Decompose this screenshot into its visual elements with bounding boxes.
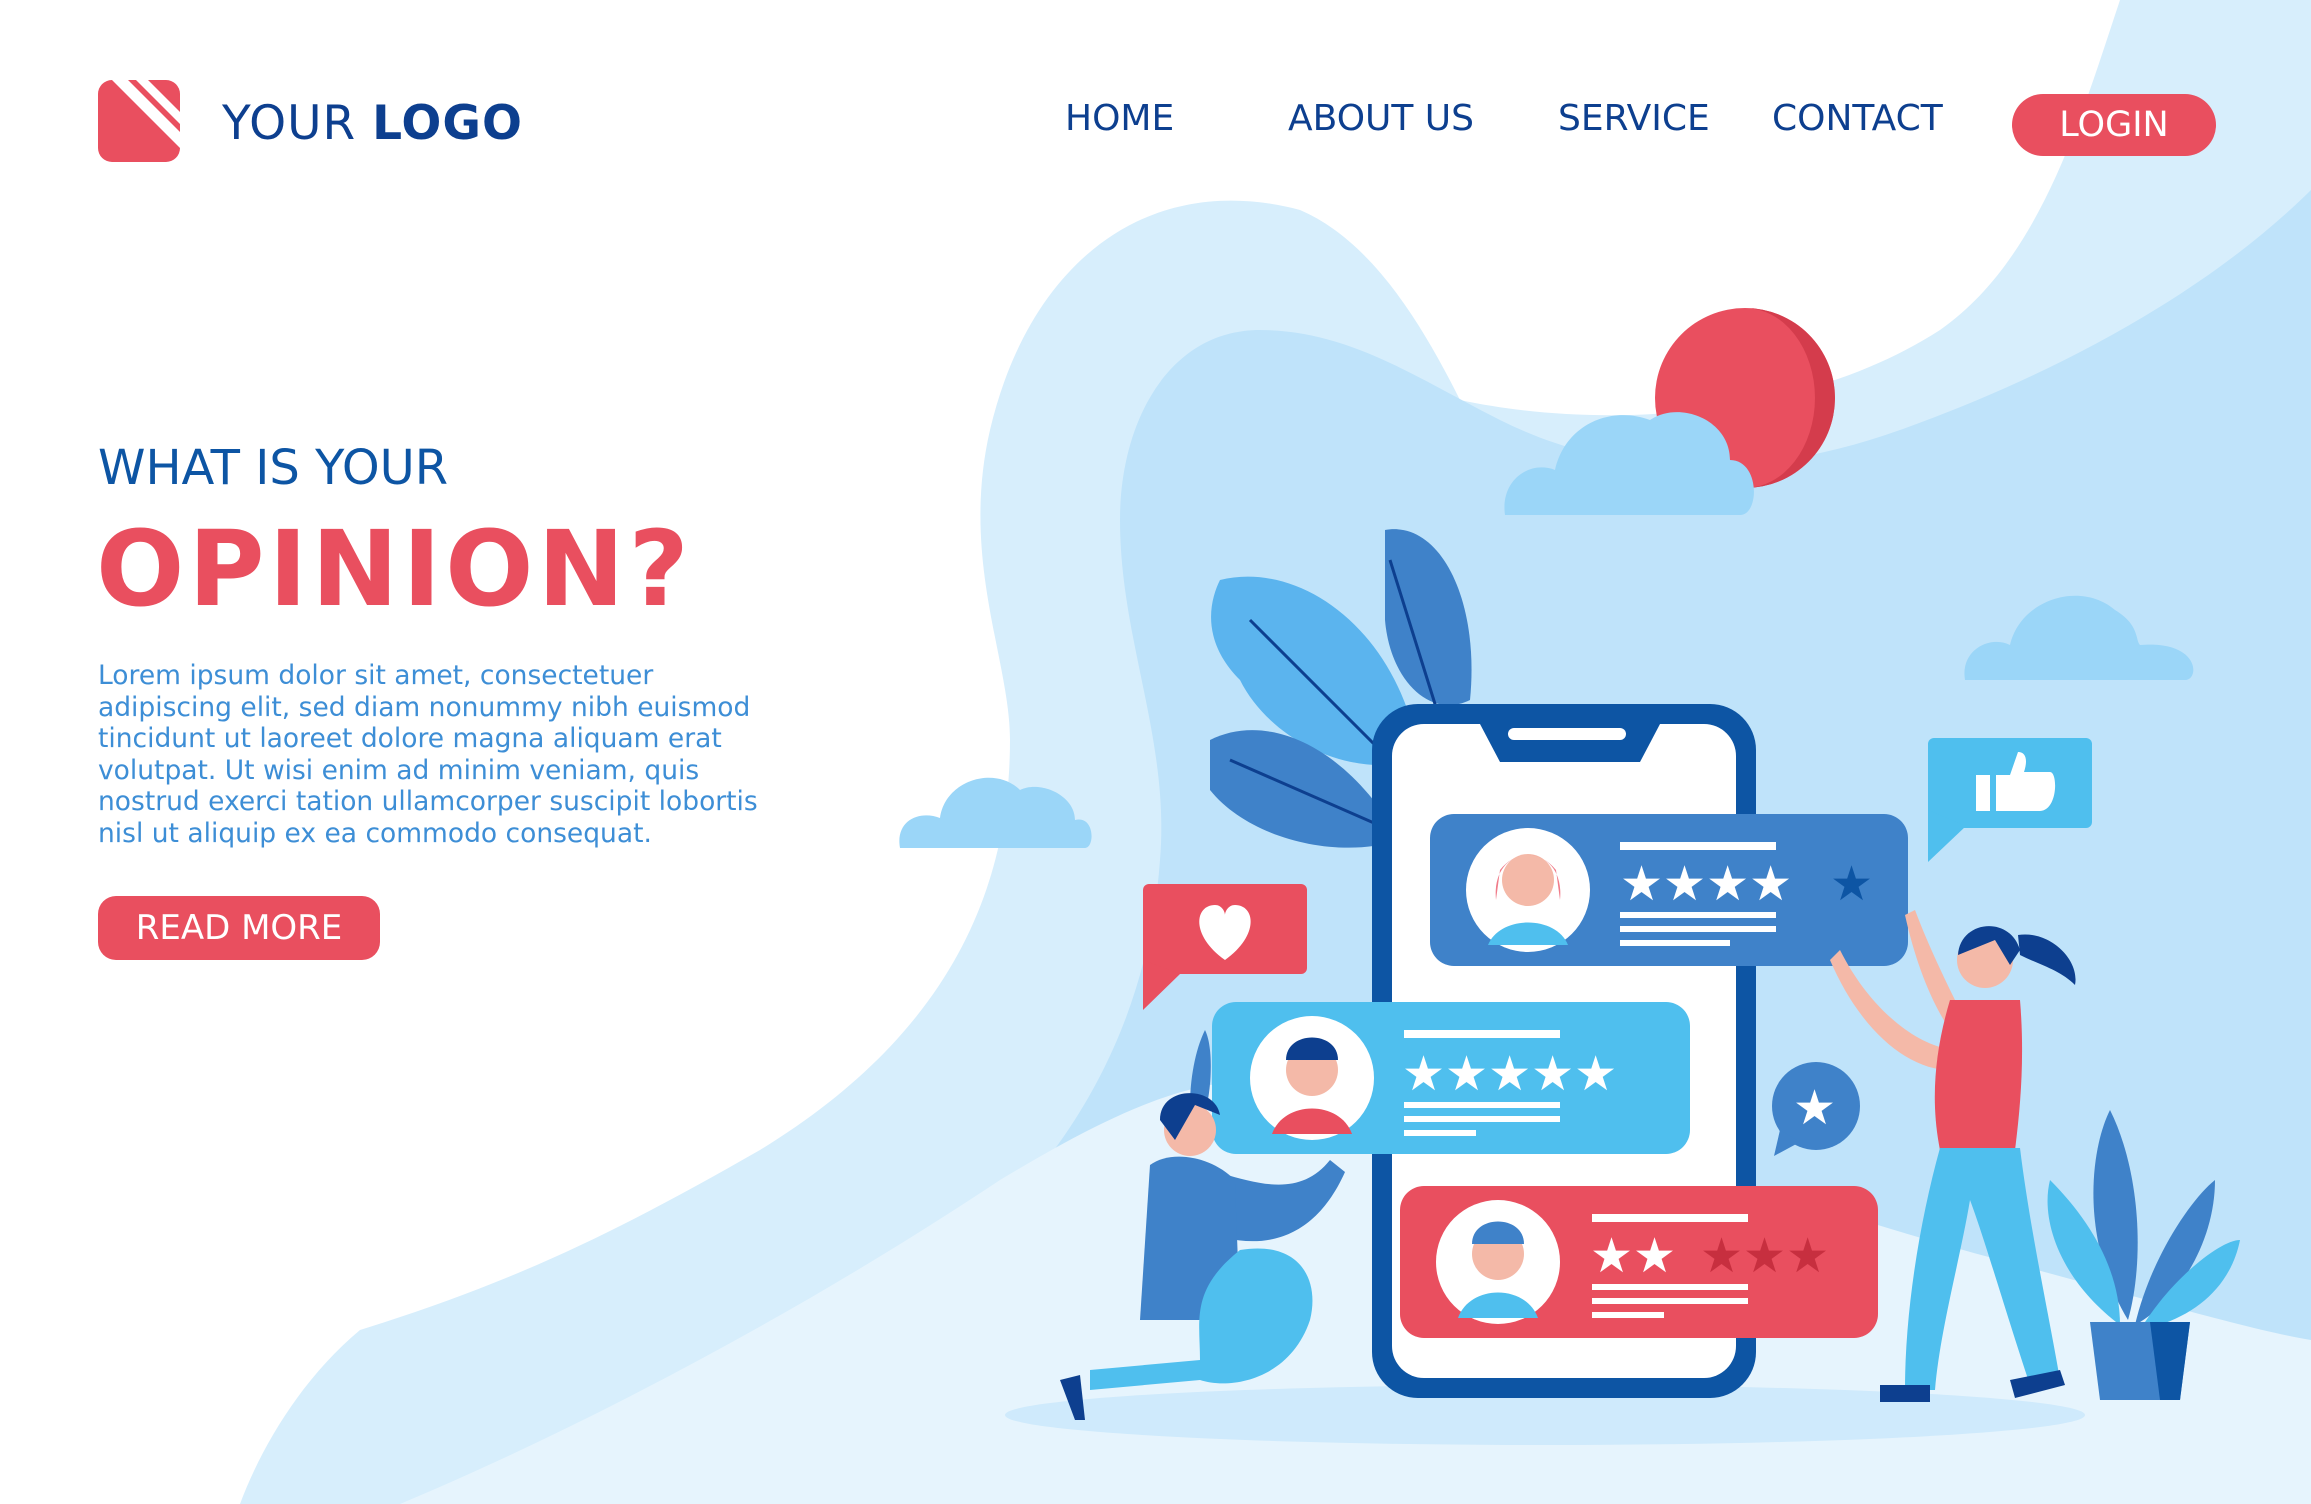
cloud-icon bbox=[1964, 595, 2194, 680]
svg-text:★: ★ bbox=[1793, 1080, 1836, 1136]
svg-text:★★★: ★★★ bbox=[1700, 1228, 1829, 1284]
logo-icon[interactable] bbox=[98, 80, 180, 162]
nav-contact[interactable]: CONTACT bbox=[1772, 98, 1943, 139]
star-icon: ★ bbox=[1772, 1062, 1860, 1156]
read-more-button[interactable]: READ MORE bbox=[98, 896, 380, 960]
svg-text:★★: ★★ bbox=[1590, 1228, 1676, 1284]
svg-text:★★★★★: ★★★★★ bbox=[1402, 1046, 1617, 1102]
heart-icon bbox=[1143, 884, 1307, 1010]
logo-text[interactable]: YOUR LOGO bbox=[222, 96, 523, 151]
login-button[interactable]: LOGIN bbox=[2012, 94, 2216, 156]
nav-about-us[interactable]: ABOUT US bbox=[1288, 98, 1474, 139]
nav-home[interactable]: HOME bbox=[1065, 98, 1174, 139]
hero-description: Lorem ipsum dolor sit amet, consectetuer… bbox=[98, 660, 758, 849]
hero-kicker: WHAT IS YOUR bbox=[98, 440, 449, 496]
hero-title: OPINION? bbox=[96, 508, 693, 630]
logo-text-bold: LOGO bbox=[372, 96, 523, 151]
review-card-3: ★★ ★★★ bbox=[1400, 1186, 1878, 1338]
svg-text:★: ★ bbox=[1830, 856, 1873, 912]
cloud-icon bbox=[899, 777, 1092, 848]
nav-service[interactable]: SERVICE bbox=[1558, 98, 1710, 139]
review-card-1: ★★★★ ★ bbox=[1430, 814, 1908, 966]
review-card-2: ★★★★★ bbox=[1212, 1002, 1690, 1154]
logo-text-light: YOUR bbox=[222, 96, 357, 151]
potted-plant-icon bbox=[2047, 1110, 2240, 1400]
thumbs-up-icon bbox=[1928, 738, 2092, 862]
svg-text:★★★★: ★★★★ bbox=[1620, 856, 1792, 912]
